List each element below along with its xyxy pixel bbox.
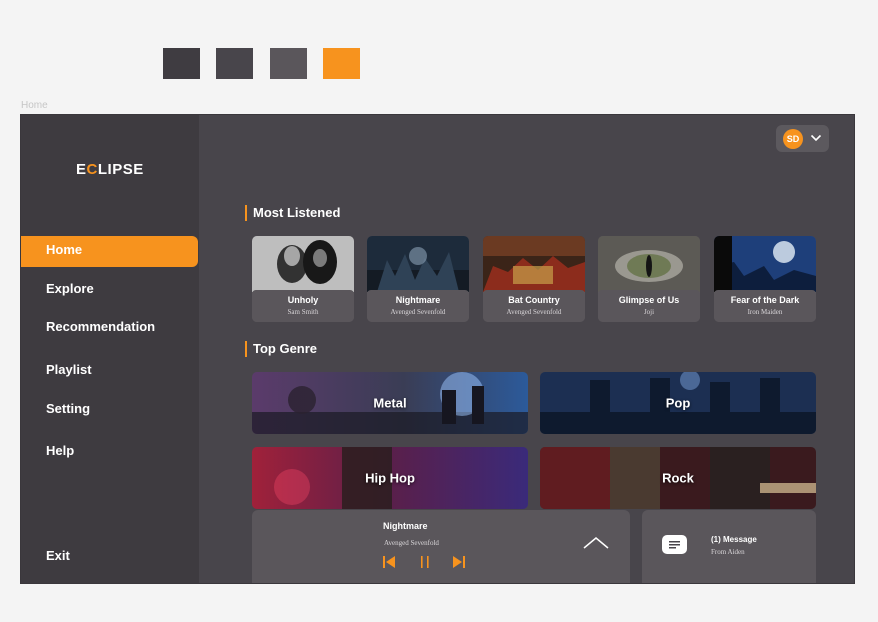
sidebar-item-setting[interactable]: Setting (21, 395, 198, 426)
genre-label: Hip Hop (365, 470, 415, 486)
sidebar-item-explore[interactable]: Explore (21, 275, 198, 306)
album-info: Unholy Sam Smith (252, 290, 354, 322)
avatar: SD (783, 129, 803, 149)
pause-icon[interactable] (419, 555, 431, 569)
exit-button[interactable]: Exit (21, 542, 198, 573)
genre-label: Pop (665, 395, 691, 411)
album-card-glimpse-of-us[interactable]: Glimpse of Us Joji (598, 236, 700, 322)
message-icon (662, 535, 687, 554)
sidebar-item-home[interactable]: Home (21, 236, 198, 267)
sidebar-item-recommendation[interactable]: Recommendation (21, 313, 198, 344)
sidebar-item-playlist[interactable]: Playlist (21, 356, 198, 387)
album-artist: Sam Smith (287, 308, 319, 316)
sidebar-item-help[interactable]: Help (21, 437, 198, 468)
album-artist: Avenged Sevenfold (390, 308, 446, 316)
album-info: Fear of the Dark Iron Maiden (714, 290, 816, 322)
album-title: Bat Country (508, 295, 560, 305)
top-genre-heading: Top Genre (245, 341, 317, 357)
album-card-bat-country[interactable]: Bat Country Avenged Sevenfold (483, 236, 585, 322)
album-art (598, 236, 700, 292)
album-art (367, 236, 469, 292)
message-sender: From Aiden (711, 548, 745, 556)
album-art (483, 236, 585, 292)
album-artist: Iron Maiden (747, 308, 783, 316)
genre-label: Rock (662, 470, 694, 486)
album-artist: Joji (643, 308, 655, 316)
message-notification[interactable]: (1) Message From Aiden (642, 510, 816, 583)
album-card-unholy[interactable]: Unholy Sam Smith (252, 236, 354, 322)
album-title: Nightmare (395, 295, 441, 305)
now-playing-artist: Avenged Sevenfold (384, 539, 439, 547)
album-title: Fear of the Dark (730, 295, 800, 305)
album-title: Unholy (287, 295, 319, 305)
album-artist: Avenged Sevenfold (506, 308, 562, 316)
most-listened-heading: Most Listened (245, 205, 340, 221)
album-art (252, 236, 354, 292)
sidebar: ECLIPSE Home Explore Recommendation Play… (21, 115, 199, 583)
album-info: Nightmare Avenged Sevenfold (367, 290, 469, 322)
chevron-up-icon[interactable] (582, 535, 610, 551)
now-playing-bar: Nightmare Avenged Sevenfold (252, 510, 630, 583)
page-label: Home (21, 100, 48, 111)
genre-card-hip-hop[interactable]: Hip Hop (252, 447, 528, 509)
chevron-down-icon (810, 134, 822, 142)
album-title: Glimpse of Us (618, 295, 680, 305)
app-logo: ECLIPSE (76, 161, 144, 178)
color-swatch-dark (163, 48, 200, 79)
color-swatch-accent (323, 48, 360, 79)
album-card-nightmare[interactable]: Nightmare Avenged Sevenfold (367, 236, 469, 322)
user-menu[interactable]: SD (776, 125, 829, 152)
app-window: ECLIPSE Home Explore Recommendation Play… (20, 114, 855, 584)
genre-card-pop[interactable]: Pop (540, 372, 816, 434)
album-info: Glimpse of Us Joji (598, 290, 700, 322)
genre-label: Metal (373, 395, 407, 411)
skip-back-icon[interactable] (383, 555, 395, 569)
message-title: (1) Message (711, 535, 757, 544)
main-content: SD Most Listened Unholy Sam Smith Nightm… (199, 115, 854, 583)
album-info: Bat Country Avenged Sevenfold (483, 290, 585, 322)
album-art (714, 236, 816, 292)
skip-forward-icon[interactable] (453, 555, 465, 569)
album-card-fear-of-the-dark[interactable]: Fear of the Dark Iron Maiden (714, 236, 816, 322)
color-swatch-mid (216, 48, 253, 79)
now-playing-title: Nightmare (383, 521, 428, 531)
genre-card-rock[interactable]: Rock (540, 447, 816, 509)
color-swatch-light (270, 48, 307, 79)
genre-card-metal[interactable]: Metal (252, 372, 528, 434)
